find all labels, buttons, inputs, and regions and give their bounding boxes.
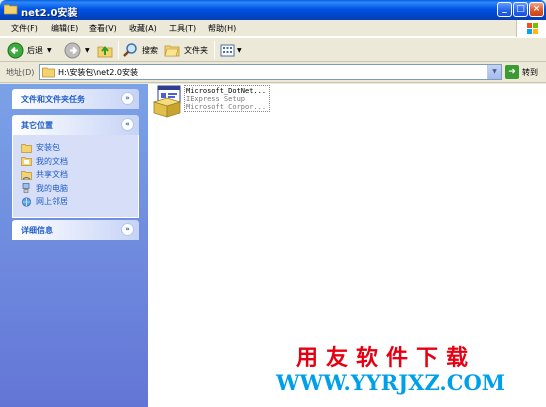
computer-icon [22,183,30,193]
other-places-body: 安装包 我的文档 共享文档 我的电脑 网上邻居 [12,135,139,218]
address-input[interactable]: H:\安装包\net2.0安装 ▼ [39,64,502,80]
file-tasks-title: 文件和文件夹任务 [21,95,85,104]
close-button[interactable]: × [529,2,544,17]
back-label: 后退 [27,45,43,55]
back-arrow-icon [7,42,24,58]
maximize-button[interactable]: □ [513,2,528,17]
other-places-panel: 其它位置 « 安装包 我的文档 共享文档 我的电脑 网上邻居 [12,115,139,218]
other-places-header[interactable]: 其它位置 « [12,115,139,135]
windows-flag-icon [527,23,538,34]
address-label: 地址(D) [6,68,35,77]
forward-dropdown-icon[interactable]: ▼ [85,47,90,54]
watermark-url: WWW.YYRJXZ.COM [276,370,505,395]
forward-button[interactable]: ▼ [64,40,90,60]
watermark-brand: 用友软件下载 [296,346,477,371]
menu-file[interactable]: 文件(F) [11,23,38,34]
address-value: H:\安装包\net2.0安装 [58,68,138,77]
views-dropdown-icon[interactable]: ▼ [237,47,242,54]
network-icon [21,197,32,207]
window-title: net2.0安装 [21,8,78,19]
windows-logo [516,20,546,37]
folders-label: 文件夹 [184,45,208,55]
minimize-icon: _ [502,4,507,14]
installer-package-icon [152,85,182,118]
focus-rectangle [184,85,270,112]
folders-button[interactable]: 文件夹 [164,40,208,60]
other-places-title: 其它位置 [21,121,53,130]
search-label: 搜索 [142,45,158,55]
task-pane: 文件和文件夹任务 » 其它位置 « 安装包 我的文档 共享文档 我的电脑 网上邻… [0,84,148,407]
place-install-packages[interactable]: 安装包 [21,141,138,155]
title-bar[interactable]: net2.0安装 _ □ × [0,0,546,20]
file-tasks-panel: 文件和文件夹任务 » [12,89,139,109]
menu-tools[interactable]: 工具(T) [169,23,196,34]
expand-chevron-icon[interactable]: » [121,223,134,236]
address-dropdown-icon[interactable]: ▼ [487,65,501,79]
menu-favorites[interactable]: 收藏(A) [129,23,157,34]
expand-chevron-icon[interactable]: » [121,92,134,105]
maximize-icon: □ [516,4,525,14]
documents-folder-icon [21,157,32,167]
search-icon [123,42,137,57]
folder-icon [42,67,55,78]
minimize-button[interactable]: _ [497,2,512,17]
address-bar: 地址(D) H:\安装包\net2.0安装 ▼ ➜ 转到 [0,62,546,83]
views-icon [220,44,235,56]
go-button[interactable]: ➜ 转到 [505,65,538,79]
go-arrow-icon: ➜ [505,65,519,79]
folders-icon [164,45,180,56]
back-button[interactable]: 后退 ▼ [7,40,52,60]
toolbar-separator [214,41,215,59]
place-shared-documents[interactable]: 共享文档 [21,168,138,182]
place-label: 我的电脑 [36,183,68,193]
menu-help[interactable]: 帮助(H) [208,23,236,34]
place-label: 网上邻居 [36,197,68,207]
go-label: 转到 [522,67,538,77]
search-button[interactable]: 搜索 [122,40,158,60]
place-label: 共享文档 [36,170,68,180]
details-header[interactable]: 详细信息 » [12,220,139,240]
collapse-chevron-icon[interactable]: « [121,118,134,131]
place-label: 我的文档 [36,156,68,166]
toolbar-separator [118,41,119,59]
file-tasks-header[interactable]: 文件和文件夹任务 » [12,89,139,109]
close-icon: × [532,4,541,14]
views-button[interactable]: ▼ [219,40,242,60]
back-dropdown-icon[interactable]: ▼ [47,47,52,54]
file-item[interactable]: Microsoft_DotNet... IExpress Setup Micro… [150,84,280,118]
folder-icon [4,4,18,15]
explorer-window: net2.0安装 _ □ × 文件(F) 编辑(E) 查看(V) 收藏(A) 工… [0,0,546,407]
up-folder-icon [97,45,113,57]
forward-arrow-icon [64,42,81,58]
menu-view[interactable]: 查看(V) [89,23,117,34]
place-network[interactable]: 网上邻居 [21,195,138,209]
place-label: 安装包 [36,143,60,153]
details-panel: 详细信息 » [12,220,139,240]
folder-icon [21,143,32,153]
up-folder-button[interactable] [97,40,114,60]
menu-bar: 文件(F) 编辑(E) 查看(V) 收藏(A) 工具(T) 帮助(H) [0,20,546,37]
toolbar: 后退 ▼ ▼ 搜索 文件夹 ▼ [0,37,546,62]
shared-folder-icon [21,170,32,180]
menu-edit[interactable]: 编辑(E) [51,23,78,34]
details-title: 详细信息 [21,226,53,235]
place-my-documents[interactable]: 我的文档 [21,155,138,169]
place-my-computer[interactable]: 我的电脑 [21,182,138,196]
